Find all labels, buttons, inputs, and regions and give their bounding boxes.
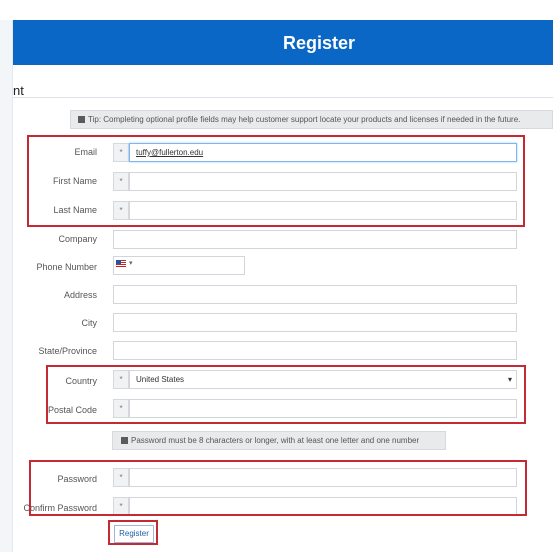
highlight-box-name-email bbox=[27, 135, 525, 227]
info-square-icon bbox=[78, 116, 85, 123]
password-requirements-note: Password must be 8 characters or longer,… bbox=[112, 431, 446, 450]
password-note-text: Password must be 8 characters or longer,… bbox=[131, 436, 420, 445]
city-label: City bbox=[81, 318, 98, 328]
tip-banner: Tip: Completing optional profile fields … bbox=[70, 110, 553, 129]
state-input[interactable] bbox=[113, 341, 517, 360]
city-input[interactable] bbox=[113, 313, 517, 332]
header: Register bbox=[0, 0, 553, 70]
tip-text: Tip: Completing optional profile fields … bbox=[88, 115, 521, 124]
highlight-box-register: Register bbox=[108, 520, 158, 545]
address-label: Address bbox=[63, 290, 97, 300]
section-title-fragment: nt bbox=[13, 83, 24, 98]
phone-label: Phone Number bbox=[36, 262, 97, 272]
highlight-box-password bbox=[29, 460, 527, 516]
company-input[interactable] bbox=[113, 230, 517, 249]
divider bbox=[13, 97, 553, 98]
highlight-box-location bbox=[46, 365, 526, 424]
info-square-icon bbox=[121, 437, 128, 444]
side-panel-edge bbox=[0, 20, 13, 552]
state-label: State/Province bbox=[38, 346, 97, 356]
register-button[interactable]: Register bbox=[114, 525, 154, 543]
chevron-down-icon[interactable]: ▾ bbox=[129, 259, 133, 267]
address-input[interactable] bbox=[113, 285, 517, 304]
us-flag-canton bbox=[116, 260, 121, 264]
page-title: Register bbox=[283, 33, 356, 53]
company-label: Company bbox=[58, 234, 97, 244]
